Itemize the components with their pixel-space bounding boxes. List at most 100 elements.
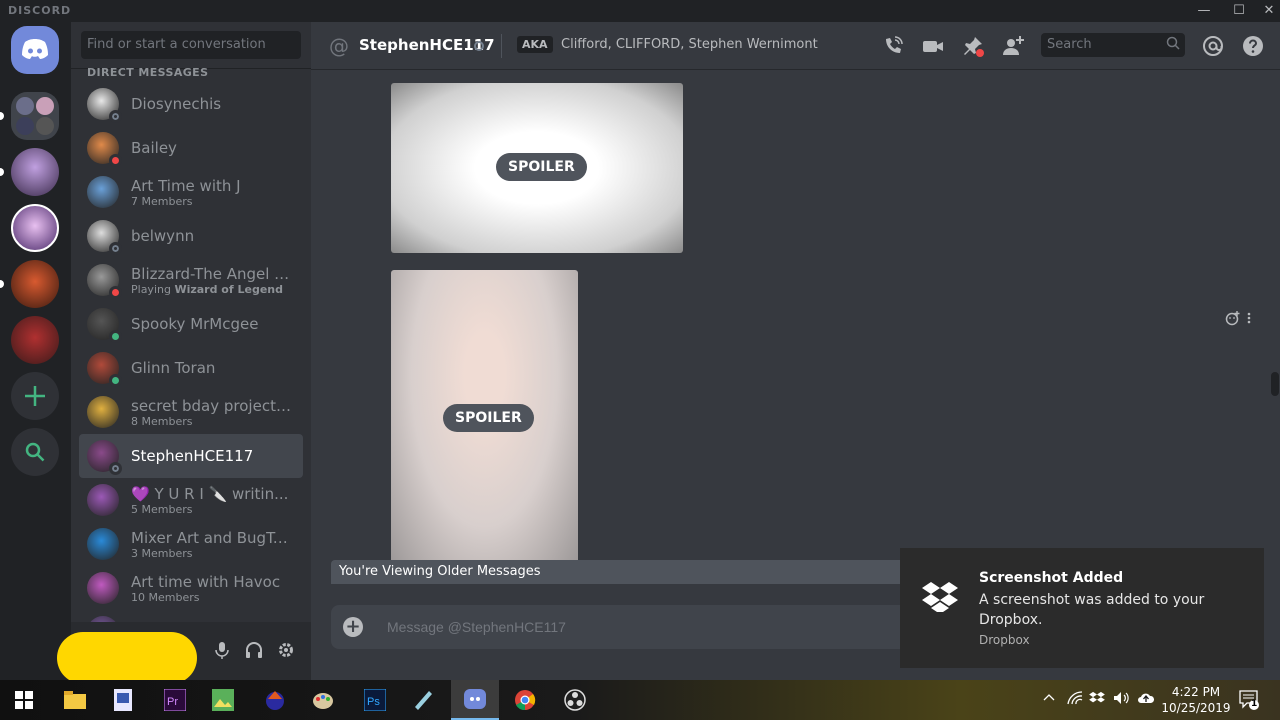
show-hidden-icons-icon[interactable] (1043, 691, 1055, 706)
volume-icon[interactable] (1113, 691, 1129, 709)
pinned-messages-icon[interactable] (961, 34, 985, 58)
avatar (87, 440, 122, 475)
dropbox-icon (922, 582, 958, 612)
dm-name: Art time with Havoc (131, 572, 281, 591)
taskbar-app[interactable] (399, 680, 447, 720)
dm-item[interactable]: Art time with Havoc 10 Members (79, 566, 303, 610)
start-button[interactable] (0, 680, 48, 720)
dm-subtext: 3 Members (131, 547, 291, 560)
spoiler-image[interactable]: SPOILER (391, 270, 578, 560)
redacted-user-area[interactable] (57, 632, 197, 684)
status-indicator (474, 41, 484, 51)
headphones-icon[interactable] (245, 641, 263, 663)
avatar (87, 308, 122, 343)
mentions-icon[interactable] (1201, 34, 1225, 58)
avatar (87, 396, 119, 428)
dm-item[interactable]: Glinn Toran (79, 346, 303, 390)
add-server-button[interactable] (11, 372, 59, 420)
dm-text: Diosynechis (131, 95, 291, 113)
server-icon[interactable] (11, 316, 59, 364)
taskbar-app[interactable] (199, 680, 247, 720)
maximize-button[interactable]: ☐ (1222, 0, 1256, 22)
find-conversation-button[interactable]: Find or start a conversation (81, 31, 301, 59)
microphone-icon[interactable] (214, 641, 230, 663)
dm-name: belwynn (131, 227, 195, 245)
message-input[interactable] (387, 605, 887, 649)
taskbar-clock[interactable]: 4:22 PM 10/25/2019 (1158, 684, 1234, 716)
dropbox-notification[interactable]: Screenshot Added A screenshot was added … (900, 548, 1264, 668)
add-reaction-icon[interactable] (1225, 310, 1241, 326)
avatar (87, 264, 122, 299)
dm-name: 💜 Y U R I 🔪 writin... (131, 484, 289, 503)
action-center-icon[interactable]: 1 (1239, 689, 1259, 715)
dm-item[interactable]: StephenHCE117 (79, 434, 303, 478)
dm-name: Art Time with J (131, 176, 241, 195)
dm-item[interactable]: Blizzard-The Angel o... Playing Wizard of… (79, 258, 303, 302)
explore-button[interactable] (11, 428, 59, 476)
avatar (87, 572, 119, 604)
start-video-call-icon[interactable] (921, 34, 945, 58)
settings-gear-icon[interactable] (277, 641, 295, 663)
taskbar-app[interactable] (99, 680, 147, 720)
server-icon[interactable] (11, 260, 59, 308)
aka-badge: AKA (517, 36, 553, 53)
status-offline-icon (109, 110, 122, 123)
dm-item[interactable]: Diosynechis (79, 82, 303, 126)
wifi-icon[interactable] (1067, 691, 1083, 709)
dm-item[interactable]: 💜 Y U R I 🔪 writin... 5 Members (79, 478, 303, 522)
taskbar-photoshop[interactable]: Ps (351, 680, 399, 720)
image-app-icon (212, 689, 234, 711)
taskbar-file-explorer[interactable] (51, 680, 99, 720)
message-actions (1225, 310, 1253, 330)
windows-logo-icon (15, 691, 33, 709)
toast-source: Dropbox (979, 633, 1030, 647)
dm-sub-label: Playing (131, 282, 175, 296)
discord-taskbar-icon (464, 689, 486, 709)
taskbar-discord[interactable] (451, 680, 499, 720)
close-button[interactable]: ✕ (1252, 0, 1280, 22)
avatar (87, 352, 122, 387)
help-icon[interactable] (1241, 34, 1265, 58)
taskbar-app[interactable] (299, 680, 347, 720)
status-online-icon (109, 374, 122, 387)
avatar (87, 484, 119, 516)
aka-names: Clifford, CLIFFORD, Stephen Wernimont (561, 37, 818, 52)
dm-item[interactable]: belwynn (79, 214, 303, 258)
dm-subtext: 8 Members (131, 415, 291, 428)
spoiler-label[interactable]: SPOILER (496, 153, 587, 181)
taskbar-chrome[interactable] (501, 680, 549, 720)
taskbar-obs[interactable] (551, 680, 599, 720)
onedrive-icon[interactable] (1137, 691, 1155, 709)
dm-item[interactable]: Art Time with J7 Members (79, 170, 303, 214)
start-voice-call-icon[interactable] (881, 34, 905, 58)
unread-pill (0, 280, 4, 288)
status-offline-icon (109, 462, 122, 475)
server-folder[interactable] (11, 92, 59, 140)
folder-icons (16, 97, 54, 135)
server-list (0, 22, 71, 680)
unread-pill (0, 168, 4, 176)
spoiler-image[interactable]: SPOILER (391, 83, 683, 253)
home-button[interactable] (11, 26, 59, 74)
unread-pill (0, 112, 4, 120)
dm-item[interactable]: Bailey (79, 126, 303, 170)
search-icon (25, 442, 45, 462)
dropbox-tray-icon[interactable] (1089, 691, 1105, 709)
dm-item[interactable]: secret bday project f... 8 Members (79, 390, 303, 434)
dm-text: secret bday project f... 8 Members (131, 397, 291, 428)
dm-item[interactable]: Spooky MrMcgee (79, 302, 303, 346)
status-dnd-icon (109, 286, 122, 299)
scrollbar-thumb[interactable] (1271, 372, 1279, 396)
add-friends-to-dm-icon[interactable] (1001, 34, 1025, 58)
taskbar-app[interactable] (251, 680, 299, 720)
server-icon[interactable] (11, 204, 59, 252)
more-options-icon[interactable] (1245, 310, 1253, 326)
taskbar-premiere[interactable]: Pr (151, 680, 199, 720)
dm-item[interactable]: Mixer Art and BugTe... 3 Members (79, 522, 303, 566)
minimize-button[interactable]: — (1187, 0, 1221, 22)
app-brand: DISCORD (8, 4, 72, 17)
discord-logo-icon (22, 39, 48, 59)
server-icon[interactable] (11, 148, 59, 196)
spoiler-label[interactable]: SPOILER (443, 404, 534, 432)
upload-plus-icon[interactable]: + (343, 617, 363, 637)
